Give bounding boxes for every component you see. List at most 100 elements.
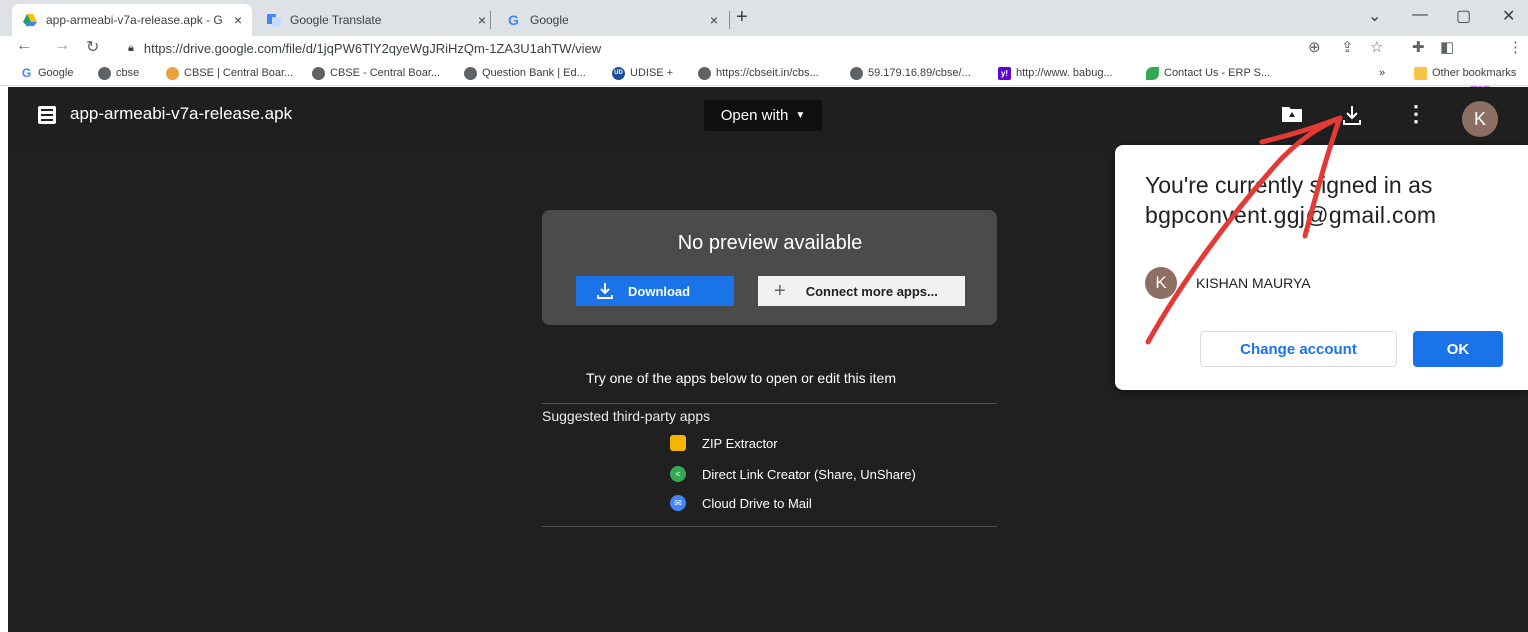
udise-icon: UD [612,66,625,80]
bookmark-item[interactable]: cbse [98,64,139,82]
folder-icon [1414,66,1427,80]
app-name: ZIP Extractor [702,435,778,451]
file-name: app-armeabi-v7a-release.apk [70,104,293,123]
connect-more-apps-label: Connect more apps... [805,283,938,299]
add-to-drive-icon[interactable] [1281,104,1303,124]
signed-in-email: bgpconvent.ggj@gmail.com [1145,202,1437,228]
address-bar[interactable]: 🔒︎ https://drive.google.com/file/d/1jqPW… [120,37,1400,59]
tab-separator [490,11,491,29]
google-drive-icon [23,14,37,27]
erp-leaf-icon [1146,66,1159,80]
divider [542,526,997,527]
bookmark-star-icon[interactable]: ☆ [1370,38,1383,56]
bookmark-item[interactable]: CBSE - Central Boar... [312,64,440,82]
download-icon[interactable] [1341,104,1363,126]
tab-search-chevron-icon[interactable]: ⌄ [1368,6,1381,26]
app-item-direct-link-creator[interactable]: < Direct Link Creator (Share, UnShare) [670,464,916,484]
google-g-icon: G [21,66,32,80]
zip-extractor-icon [670,435,686,451]
tab-close-icon[interactable]: × [478,12,486,28]
account-avatar: K [1145,267,1177,299]
other-bookmarks[interactable]: Other bookmarks [1414,64,1516,82]
globe-icon [312,66,325,80]
user-avatar[interactable]: K [1462,101,1498,137]
bookmark-label: https://cbseit.in/cbs... [716,67,819,79]
bookmark-item[interactable]: Contact Us - ERP S... [1146,64,1270,82]
extensions-puzzle-icon[interactable]: ✚ [1412,38,1425,56]
side-panel-icon[interactable]: ◧ [1440,38,1454,56]
app-item-cloud-drive-to-mail[interactable]: ✉ Cloud Drive to Mail [670,493,812,513]
bookmark-label: Question Bank | Ed... [482,67,586,79]
caret-down-icon: ▼ [795,110,806,121]
bookmark-item[interactable]: y! http://www. babug... [998,64,1113,82]
back-arrow-icon[interactable]: ← [16,37,32,55]
tab-close-icon[interactable]: × [710,12,718,28]
tab-separator [729,11,730,29]
zoom-icon[interactable]: ⊕ [1308,38,1321,56]
file-type-icon [38,106,56,124]
globe-icon [850,66,863,80]
download-icon [597,283,613,299]
bookmark-label: UDISE + [630,67,674,79]
google-g-icon: G [508,12,519,28]
restore-icon[interactable]: ▢ [1456,6,1471,26]
bookmark-label: 59.179.16.89/cbse/... [868,67,971,79]
open-with-button[interactable]: Open with ▼ [704,100,822,131]
bookmark-label: Other bookmarks [1432,67,1517,79]
google-translate-icon [267,14,281,27]
signed-in-message: You're currently signed in as bgpconvent… [1145,170,1515,230]
forward-arrow-icon[interactable]: → [54,37,70,55]
window-edge [0,87,8,632]
bookmark-item[interactable]: G Google [20,64,74,82]
bookmark-item[interactable]: Question Bank | Ed... [464,64,586,82]
bookmark-item[interactable]: 59.179.16.89/cbse/... [850,64,971,82]
bookmark-label: Google [38,67,74,79]
share-page-icon[interactable]: ⇪ [1341,38,1354,56]
bookmark-item[interactable]: UD UDISE + [612,64,673,82]
connect-more-apps-button[interactable]: + Connect more apps... [758,276,965,306]
change-account-button[interactable]: Change account [1200,331,1397,367]
tab-title: app-armeabi-v7a-release.apk - G [46,13,223,27]
bookmark-label: Contact Us - ERP S... [1164,67,1271,79]
mail-icon: ✉ [670,495,686,511]
ok-button[interactable]: OK [1413,331,1503,367]
suggested-apps-label: Suggested third-party apps [542,408,711,424]
minimize-icon[interactable]: — [1412,6,1428,24]
tab-drive-file[interactable]: app-armeabi-v7a-release.apk - G × [12,4,252,36]
download-label: Download [628,283,691,299]
app-name: Direct Link Creator (Share, UnShare) [702,466,916,482]
tab-strip: app-armeabi-v7a-release.apk - G × Google… [0,0,1528,36]
lock-icon: 🔒︎ [128,41,134,54]
menu-kebab-icon[interactable]: ⋮ [1508,38,1523,56]
bookmark-label: cbse [116,67,140,79]
try-apps-text: Try one of the apps below to open or edi… [586,370,896,386]
more-options-icon[interactable]: ⋮ [1405,101,1427,127]
bookmark-item[interactable]: https://cbseit.in/cbs... [698,64,819,82]
globe-icon [698,66,711,80]
bookmark-label: CBSE | Central Boar... [184,67,294,79]
tab-title: Google Translate [290,13,382,27]
globe-icon [98,66,111,80]
bookmark-label: http://www. babug... [1016,67,1113,79]
bookmarks-bar: G Google cbse CBSE | Central Boar... CBS… [0,60,1528,141]
tab-close-icon[interactable]: × [234,12,242,28]
bookmark-label: CBSE - Central Boar... [330,67,441,79]
close-window-icon[interactable]: ✕ [1502,6,1515,26]
bookmarks-overflow-button[interactable]: » [1379,64,1385,82]
new-tab-button[interactable]: + [736,6,748,29]
app-name: Cloud Drive to Mail [702,495,812,511]
url-text: https://drive.google.com/file/d/1jqPW6Tl… [143,40,602,56]
tab-google[interactable]: G Google × [496,4,728,36]
reload-icon[interactable]: ↻ [86,37,99,57]
download-button[interactable]: Download [576,276,734,306]
no-preview-card [542,210,997,325]
bookmark-item[interactable]: CBSE | Central Boar... [166,64,293,82]
app-item-zip-extractor[interactable]: ZIP Extractor [670,433,778,453]
plus-icon: + [774,279,786,302]
tab-google-translate[interactable]: Google Translate × [256,4,496,36]
globe-icon [464,66,477,80]
divider [542,403,997,404]
share-icon: < [670,466,686,482]
account-name: KISHAN MAURYA [1196,275,1311,291]
browser-toolbar: ← → ↻ 🔒︎ https://drive.google.com/file/d… [0,36,1528,94]
